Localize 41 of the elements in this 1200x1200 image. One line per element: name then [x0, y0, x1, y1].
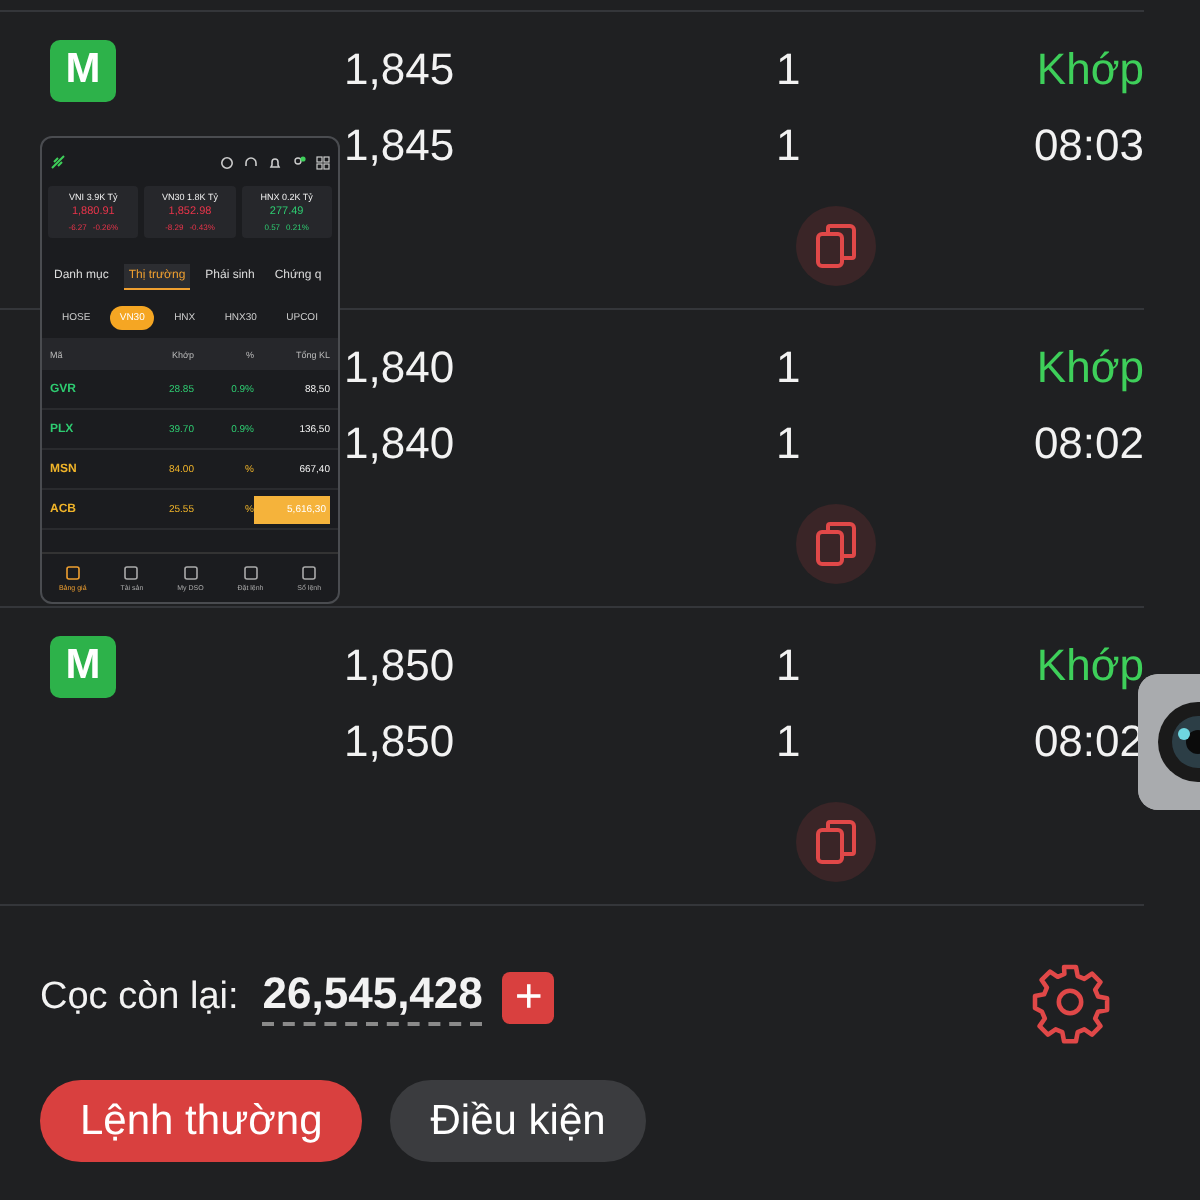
settings-icon[interactable] [1028, 960, 1112, 1044]
matched-quantity: 1 [776, 418, 803, 470]
order-quantity: 1 [776, 640, 803, 692]
order-status: Khớp [1036, 640, 1144, 692]
order-status: Khớp [1036, 342, 1144, 394]
app-preview-window[interactable] [40, 136, 340, 604]
order-type-badge: M [50, 635, 116, 697]
nav-icon [243, 565, 258, 579]
order-type-badge: M [50, 39, 116, 101]
order-price: 1,845 [344, 44, 457, 96]
order-status: Khớp [1036, 44, 1144, 96]
matched-quantity: 1 [776, 716, 803, 768]
order-quantity: 1 [776, 342, 803, 394]
copy-icon [814, 818, 858, 866]
grid-icon [316, 155, 330, 169]
add-deposit-button[interactable]: + [502, 971, 555, 1023]
order-price: 1,850 [344, 640, 457, 692]
order-mode-tab[interactable]: Lệnh thường [40, 1080, 363, 1162]
matched-price: 1,840 [344, 418, 457, 470]
copy-icon [814, 222, 858, 270]
order-mode-tab[interactable]: Điều kiện [390, 1080, 646, 1162]
order-price: 1,840 [344, 342, 457, 394]
user-icon [292, 155, 306, 169]
copy-button[interactable] [796, 206, 876, 286]
copy-button[interactable] [796, 504, 876, 584]
order-time: 08:02 [1033, 418, 1144, 470]
copy-button[interactable] [796, 802, 876, 882]
matched-price: 1,845 [344, 120, 457, 172]
order-time: 08:02 [1033, 716, 1144, 768]
deposit-value: 26,545,428 [262, 968, 483, 1026]
deposit-label: Cọc còn lại: [40, 975, 239, 1019]
bell-icon [268, 155, 282, 169]
matched-price: 1,850 [344, 716, 457, 768]
order-time: 08:03 [1033, 120, 1144, 172]
order-quantity: 1 [776, 44, 803, 96]
nav-icon [183, 565, 198, 579]
matched-quantity: 1 [776, 120, 803, 172]
nav-icon [65, 565, 80, 579]
nav-icon [124, 565, 139, 579]
copy-icon [814, 520, 858, 568]
nav-icon [302, 565, 317, 579]
